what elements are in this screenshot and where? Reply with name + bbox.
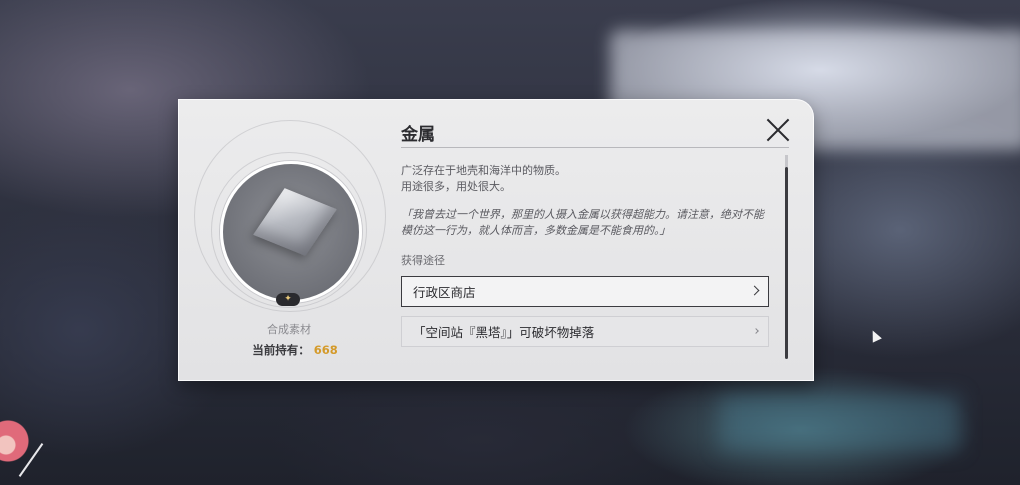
holding-count: 668 (313, 343, 338, 357)
star-icon: ✦ (276, 293, 300, 306)
holding-count-row: 当前持有： 668 (235, 342, 355, 358)
background-highlight-blur (720, 395, 960, 450)
chevron-right-icon (753, 328, 759, 334)
source-button-drop[interactable]: 「空间站『黑塔』」可破坏物掉落 (401, 316, 769, 347)
item-title: 金属 (401, 125, 435, 145)
holding-label: 当前持有： (252, 343, 310, 357)
item-category: 合成素材 (267, 323, 311, 336)
scrollbar-track[interactable] (785, 155, 788, 167)
close-icon[interactable] (765, 117, 791, 143)
source-label: 行政区商店 (413, 285, 476, 300)
metal-cube-icon (253, 188, 337, 256)
item-flavor-text: 「我曾去过一个世界，那里的人摄入金属以获得超能力。请注意，绝对不能模仿这一行为，… (401, 208, 764, 237)
chevron-right-icon (749, 285, 760, 296)
title-divider (401, 147, 789, 148)
description-line: 用途很多，用处很大。 (401, 180, 511, 193)
item-description: 广泛存在于地壳和海洋中的物质。 用途很多，用处很大。 (401, 163, 566, 195)
companion-avatar (0, 405, 36, 485)
item-detail-dialog: ✦ 合成素材 当前持有： 668 金属 广泛存在于地壳和海洋中的物质。 用途很多，… (178, 99, 814, 381)
source-button-shop[interactable]: 行政区商店 (401, 276, 769, 307)
sources-header: 获得途径 (401, 254, 445, 267)
item-portrait (220, 161, 362, 303)
source-label: 「空间站『黑塔』」可破坏物掉落 (413, 325, 595, 340)
scrollbar-thumb[interactable] (785, 167, 788, 359)
description-line: 广泛存在于地壳和海洋中的物质。 (401, 164, 566, 177)
